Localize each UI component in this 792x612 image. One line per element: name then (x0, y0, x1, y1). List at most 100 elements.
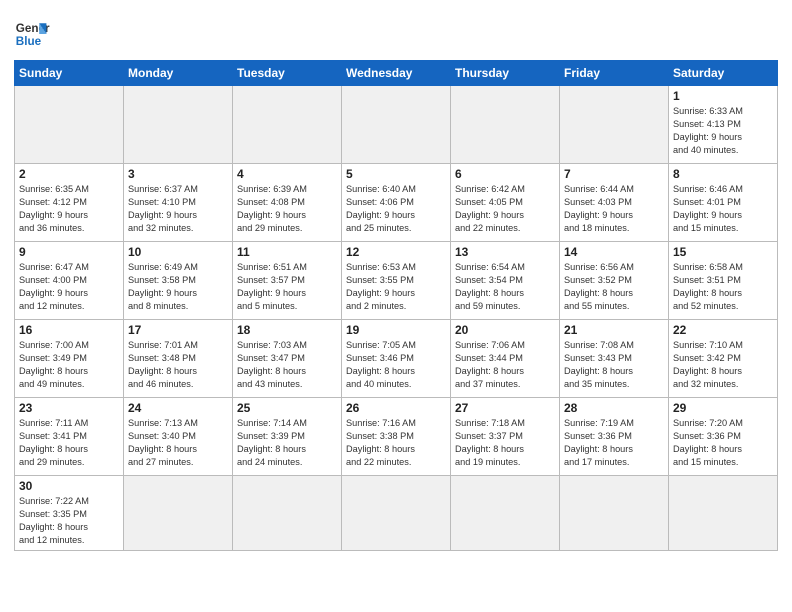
weekday-friday: Friday (560, 61, 669, 86)
logo: General Blue (14, 16, 50, 52)
day-info: Sunrise: 6:44 AM Sunset: 4:03 PM Dayligh… (564, 183, 664, 235)
day-info: Sunrise: 7:10 AM Sunset: 3:42 PM Dayligh… (673, 339, 773, 391)
day-cell: 9Sunrise: 6:47 AM Sunset: 4:00 PM Daylig… (15, 242, 124, 320)
day-number: 21 (564, 323, 664, 337)
day-number: 10 (128, 245, 228, 259)
day-cell: 6 Sunrise: 6:42 AM Sunset: 4:05 PM Daylig… (451, 164, 560, 242)
day-info: Sunrise: 6:58 AM Sunset: 3:51 PM Dayligh… (673, 261, 773, 313)
day-info: Sunrise: 7:11 AM Sunset: 3:41 PM Dayligh… (19, 417, 119, 469)
day-cell (451, 86, 560, 164)
day-number: 24 (128, 401, 228, 415)
day-info: Sunrise: 7:00 AM Sunset: 3:49 PM Dayligh… (19, 339, 119, 391)
day-cell: 30Sunrise: 7:22 AM Sunset: 3:35 PM Dayli… (15, 476, 124, 551)
day-cell: 5 Sunrise: 6:40 AM Sunset: 4:06 PM Daylig… (342, 164, 451, 242)
day-number: 11 (237, 245, 337, 259)
day-number: 17 (128, 323, 228, 337)
day-info: Sunrise: 7:22 AM Sunset: 3:35 PM Dayligh… (19, 495, 119, 547)
day-number: 19 (346, 323, 446, 337)
page: General Blue SundayMondayTuesdayWednesda… (0, 0, 792, 612)
day-info: Sunrise: 6:42 AM Sunset: 4:05 PM Dayligh… (455, 183, 555, 235)
day-cell (124, 476, 233, 551)
day-cell: 13 Sunrise: 6:54 AM Sunset: 3:54 PM Dayli… (451, 242, 560, 320)
day-cell: 29 Sunrise: 7:20 AM Sunset: 3:36 PM Dayli… (669, 398, 778, 476)
day-info: Sunrise: 6:40 AM Sunset: 4:06 PM Dayligh… (346, 183, 446, 235)
week-row: 2Sunrise: 6:35 AM Sunset: 4:12 PM Daylig… (15, 164, 778, 242)
day-info: Sunrise: 7:05 AM Sunset: 3:46 PM Dayligh… (346, 339, 446, 391)
day-number: 1 (673, 89, 773, 103)
day-number: 16 (19, 323, 119, 337)
weekday-tuesday: Tuesday (233, 61, 342, 86)
day-cell: 26Sunrise: 7:16 AM Sunset: 3:38 PM Dayli… (342, 398, 451, 476)
day-number: 15 (673, 245, 773, 259)
day-number: 12 (346, 245, 446, 259)
day-cell: 1 Sunrise: 6:33 AM Sunset: 4:13 PM Daylig… (669, 86, 778, 164)
week-row: 9Sunrise: 6:47 AM Sunset: 4:00 PM Daylig… (15, 242, 778, 320)
day-info: Sunrise: 7:20 AM Sunset: 3:36 PM Dayligh… (673, 417, 773, 469)
day-info: Sunrise: 7:06 AM Sunset: 3:44 PM Dayligh… (455, 339, 555, 391)
day-info: Sunrise: 7:14 AM Sunset: 3:39 PM Dayligh… (237, 417, 337, 469)
week-row: 30Sunrise: 7:22 AM Sunset: 3:35 PM Dayli… (15, 476, 778, 551)
logo-icon: General Blue (14, 16, 50, 52)
day-cell: 17Sunrise: 7:01 AM Sunset: 3:48 PM Dayli… (124, 320, 233, 398)
day-info: Sunrise: 6:39 AM Sunset: 4:08 PM Dayligh… (237, 183, 337, 235)
day-info: Sunrise: 6:56 AM Sunset: 3:52 PM Dayligh… (564, 261, 664, 313)
day-cell (15, 86, 124, 164)
day-info: Sunrise: 6:37 AM Sunset: 4:10 PM Dayligh… (128, 183, 228, 235)
day-cell (669, 476, 778, 551)
weekday-monday: Monday (124, 61, 233, 86)
day-number: 29 (673, 401, 773, 415)
weekday-thursday: Thursday (451, 61, 560, 86)
day-number: 28 (564, 401, 664, 415)
day-number: 7 (564, 167, 664, 181)
day-cell: 24 Sunrise: 7:13 AM Sunset: 3:40 PM Dayli… (124, 398, 233, 476)
day-cell: 21Sunrise: 7:08 AM Sunset: 3:43 PM Dayli… (560, 320, 669, 398)
header: General Blue (14, 10, 778, 52)
day-info: Sunrise: 7:13 AM Sunset: 3:40 PM Dayligh… (128, 417, 228, 469)
day-cell (233, 86, 342, 164)
day-cell: 27Sunrise: 7:18 AM Sunset: 3:37 PM Dayli… (451, 398, 560, 476)
day-number: 25 (237, 401, 337, 415)
day-number: 6 (455, 167, 555, 181)
day-number: 13 (455, 245, 555, 259)
day-cell (451, 476, 560, 551)
weekday-wednesday: Wednesday (342, 61, 451, 86)
day-cell: 12 Sunrise: 6:53 AM Sunset: 3:55 PM Dayli… (342, 242, 451, 320)
day-cell: 19 Sunrise: 7:05 AM Sunset: 3:46 PM Dayli… (342, 320, 451, 398)
day-cell: 22 Sunrise: 7:10 AM Sunset: 3:42 PM Dayli… (669, 320, 778, 398)
day-cell: 28 Sunrise: 7:19 AM Sunset: 3:36 PM Dayli… (560, 398, 669, 476)
day-info: Sunrise: 6:54 AM Sunset: 3:54 PM Dayligh… (455, 261, 555, 313)
day-number: 14 (564, 245, 664, 259)
day-info: Sunrise: 6:35 AM Sunset: 4:12 PM Dayligh… (19, 183, 119, 235)
day-cell: 16 Sunrise: 7:00 AM Sunset: 3:49 PM Dayli… (15, 320, 124, 398)
day-cell (342, 476, 451, 551)
day-number: 20 (455, 323, 555, 337)
day-info: Sunrise: 7:19 AM Sunset: 3:36 PM Dayligh… (564, 417, 664, 469)
day-info: Sunrise: 7:03 AM Sunset: 3:47 PM Dayligh… (237, 339, 337, 391)
day-number: 27 (455, 401, 555, 415)
day-info: Sunrise: 6:33 AM Sunset: 4:13 PM Dayligh… (673, 105, 773, 157)
day-info: Sunrise: 6:46 AM Sunset: 4:01 PM Dayligh… (673, 183, 773, 235)
day-cell (233, 476, 342, 551)
day-number: 5 (346, 167, 446, 181)
day-cell: 14 Sunrise: 6:56 AM Sunset: 3:52 PM Dayli… (560, 242, 669, 320)
day-cell: 25 Sunrise: 7:14 AM Sunset: 3:39 PM Dayli… (233, 398, 342, 476)
day-cell: 11Sunrise: 6:51 AM Sunset: 3:57 PM Dayli… (233, 242, 342, 320)
day-cell: 10Sunrise: 6:49 AM Sunset: 3:58 PM Dayli… (124, 242, 233, 320)
day-cell (560, 86, 669, 164)
day-cell: 8Sunrise: 6:46 AM Sunset: 4:01 PM Daylig… (669, 164, 778, 242)
day-cell: 4 Sunrise: 6:39 AM Sunset: 4:08 PM Daylig… (233, 164, 342, 242)
day-number: 26 (346, 401, 446, 415)
day-info: Sunrise: 6:47 AM Sunset: 4:00 PM Dayligh… (19, 261, 119, 313)
weekday-sunday: Sunday (15, 61, 124, 86)
day-number: 4 (237, 167, 337, 181)
day-cell: 3 Sunrise: 6:37 AM Sunset: 4:10 PM Daylig… (124, 164, 233, 242)
day-cell: 23Sunrise: 7:11 AM Sunset: 3:41 PM Dayli… (15, 398, 124, 476)
week-row: 23Sunrise: 7:11 AM Sunset: 3:41 PM Dayli… (15, 398, 778, 476)
day-cell: 2Sunrise: 6:35 AM Sunset: 4:12 PM Daylig… (15, 164, 124, 242)
day-cell: 18Sunrise: 7:03 AM Sunset: 3:47 PM Dayli… (233, 320, 342, 398)
weekday-header-row: SundayMondayTuesdayWednesdayThursdayFrid… (15, 61, 778, 86)
day-number: 3 (128, 167, 228, 181)
day-cell (124, 86, 233, 164)
day-info: Sunrise: 6:53 AM Sunset: 3:55 PM Dayligh… (346, 261, 446, 313)
day-number: 22 (673, 323, 773, 337)
